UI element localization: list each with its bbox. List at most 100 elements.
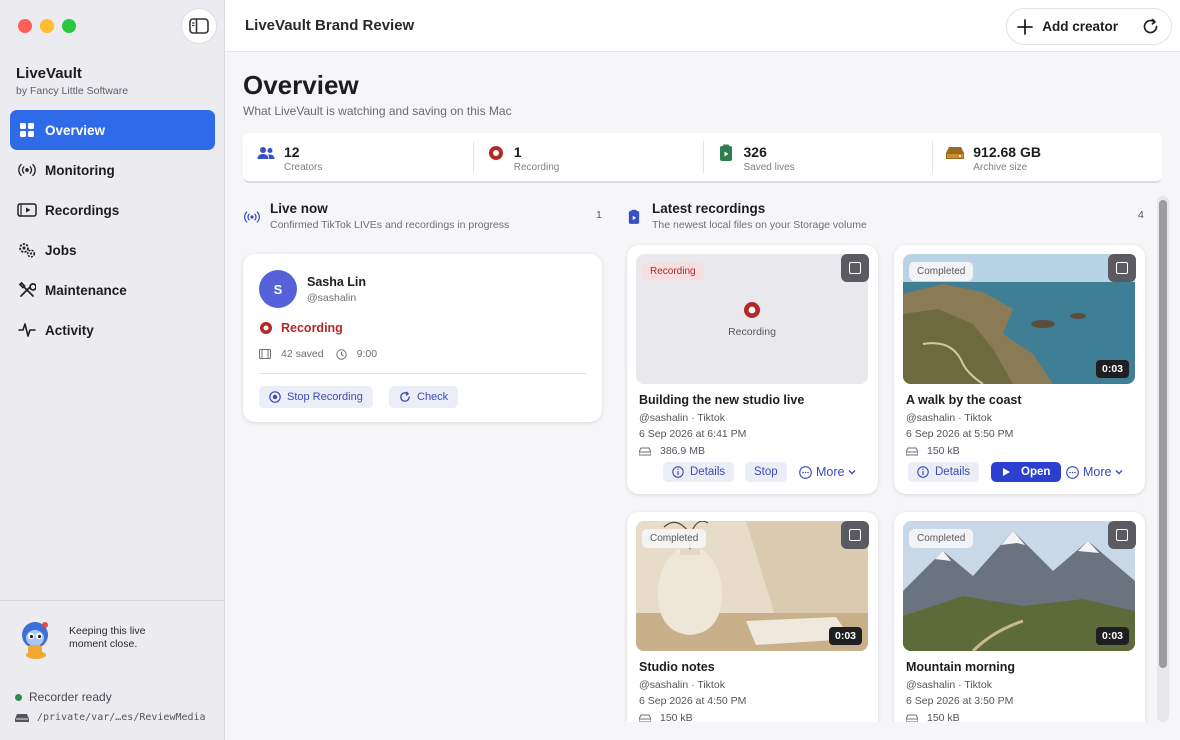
recording-status: Recording [259,321,343,335]
recording-title: Building the new studio live [639,393,805,407]
add-creator-button[interactable]: Add creator [1006,8,1172,45]
latest-recordings-count: 4 [1138,209,1144,221]
app-name: LiveVault [16,65,82,82]
refresh-icon [400,391,410,402]
status-badge: Completed [909,262,974,281]
broadcast-icon [243,208,261,226]
sidebar-item-overview[interactable]: Overview [10,110,215,150]
creator-handle: @sashalin [307,292,357,304]
recording-size-text: 150 kB [927,445,960,457]
ellipsis-circle-icon [799,465,812,479]
drive-icon [15,713,29,722]
button-label: Details [935,466,971,478]
window-controls [18,19,76,33]
select-checkbox[interactable] [1108,521,1136,549]
vertical-scrollbar[interactable] [1157,196,1169,722]
broadcast-icon [17,160,37,180]
info-icon [917,466,929,478]
plus-icon [1017,18,1034,35]
stop-recording-button[interactable]: Stop Recording [259,386,373,408]
sidebar-item-activity[interactable]: Activity [10,310,215,350]
recording-card[interactable]: Completed 0:03 A walk by the coast @sash… [894,245,1145,494]
minimize-window-button[interactable] [40,19,54,33]
ellipsis-circle-icon [1066,465,1079,479]
sidebar-nav: Overview Monitoring Recordings Jobs Main… [10,110,215,350]
open-button[interactable]: Open [991,462,1062,482]
recorder-status: Recorder ready [15,690,112,704]
mascot-icon [16,617,56,661]
recording-date: 6 Sep 2026 at 5:50 PM [906,428,1014,440]
recording-thumbnail: Completed 0:03 [636,521,868,651]
sidebar-item-monitoring[interactable]: Monitoring [10,150,215,190]
recording-source: @sashalin · Tiktok [639,679,725,691]
stat-creators: 12 Creators [243,133,473,181]
details-button[interactable]: Details [908,462,980,482]
status-badge: Completed [642,529,707,548]
page-subtitle: What LiveVault is watching and saving on… [243,104,512,118]
status-badge: Recording [642,262,704,281]
recording-thumbnail: Completed 0:03 [903,254,1135,384]
refresh-icon[interactable] [1142,18,1159,35]
recording-title: A walk by the coast [906,393,1022,407]
info-icon [672,466,684,478]
storage-path: /private/var/…es/ReviewMedia [15,712,206,723]
recording-date: 6 Sep 2026 at 6:41 PM [639,428,747,440]
stop-button[interactable]: Stop [745,462,787,482]
button-label: Check [417,391,449,403]
section-title: Latest recordings [652,201,766,216]
sidebar-toggle-button[interactable] [181,8,217,44]
stat-label: Recording [513,162,560,173]
grid-icon [17,120,37,140]
saved-count: 42 saved [281,348,324,360]
app-subtitle: by Fancy Little Software [16,85,129,97]
latest-recordings-header: Latest recordings The newest local files… [625,201,867,231]
recording-size: 386.9 MB [639,445,705,457]
details-button[interactable]: Details [663,462,735,482]
select-checkbox[interactable] [1108,254,1136,282]
sidebar-item-jobs[interactable]: Jobs [10,230,215,270]
check-button[interactable]: Check [389,386,459,408]
recording-card[interactable]: Completed 0:03 Studio notes @sashalin · … [627,512,878,740]
stats-bar: 12 Creators 1 Recording 326 Saved lives … [243,133,1162,183]
status-text: Recorder ready [29,690,112,704]
select-checkbox[interactable] [841,521,869,549]
live-now-header: Live now Confirmed TikTok LIVEs and reco… [243,201,509,231]
button-label: Stop Recording [287,391,363,403]
sidebar-item-label: Monitoring [45,162,115,178]
play-rectangle-icon [17,200,37,220]
sidebar-item-maintenance[interactable]: Maintenance [10,270,215,310]
page-title: Overview [243,70,359,100]
stat-archive-size: 912.68 GB Archive size [932,133,1162,181]
recording-card[interactable]: Completed 0:03 Mountain morning @sashali… [894,512,1145,740]
gears-icon [17,240,37,260]
app-brand: LiveVault by Fancy Little Software [16,65,128,97]
title-bar: LiveVault Brand Review Add creator [225,0,1180,52]
mascot-message: Keeping this live moment close. [69,625,146,650]
clock-icon [335,348,347,360]
close-window-button[interactable] [18,19,32,33]
recording-status-text: Recording [281,321,343,335]
saved-video-icon [625,208,643,226]
stat-value: 12 [284,144,300,160]
recording-card[interactable]: Recording Recording Building the new stu… [627,245,878,494]
sidebar-item-label: Overview [45,122,106,138]
stat-value: 1 [513,144,522,160]
scrollbar-thumb[interactable] [1159,200,1167,668]
more-menu-button[interactable]: More [799,462,856,482]
add-creator-label: Add creator [1042,19,1118,34]
zoom-window-button[interactable] [62,19,76,33]
play-icon [1003,468,1010,476]
more-menu-button[interactable]: More [1066,462,1123,482]
select-checkbox[interactable] [841,254,869,282]
sidebar-item-recordings[interactable]: Recordings [10,190,215,230]
creator-name: Sasha Lin [307,275,367,289]
sidebar-divider [0,600,225,601]
chevron-down-icon [1115,470,1123,475]
sidebar-item-label: Jobs [45,242,77,258]
section-subtitle: Confirmed TikTok LIVEs and recordings in… [270,219,510,231]
scroll-clip [620,722,1155,740]
recording-title: Mountain morning [906,660,1016,674]
recording-source: @sashalin · Tiktok [906,412,992,424]
wrench-screwdriver-icon [17,280,37,300]
section-title: Live now [270,201,328,216]
